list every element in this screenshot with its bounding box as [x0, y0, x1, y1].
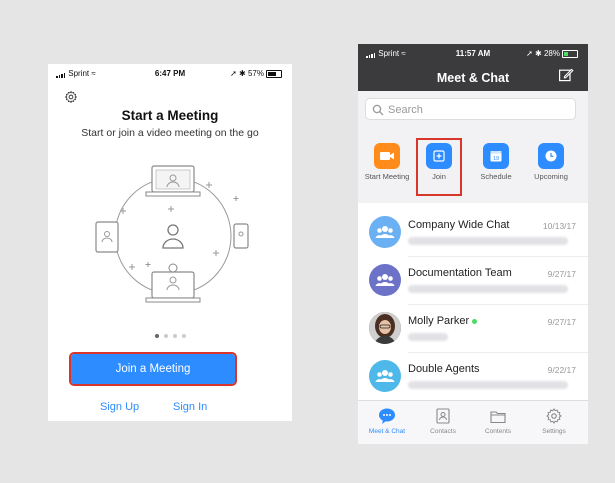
chat-item[interactable]: Molly Parker 9/27/17	[358, 305, 588, 353]
chat-name: Company Wide Chat	[408, 219, 510, 231]
status-bar: Sprint ≈ 11:57 AM ➚ ✱ 28%	[358, 44, 588, 62]
online-status-dot	[472, 318, 478, 324]
start-meeting-screen: Sprint ≈ 6:47 PM ➚ ✱ 57% Start a Meeting…	[48, 64, 292, 421]
chat-date: 9/22/17	[547, 365, 576, 375]
battery-indicator: ➚ ✱ 57%	[230, 69, 282, 78]
group-avatar-icon	[369, 216, 401, 248]
search-icon	[372, 104, 384, 116]
tab-label: Settings	[542, 428, 566, 435]
compose-icon[interactable]	[558, 67, 574, 83]
search-input[interactable]: Search	[365, 98, 576, 120]
chat-name: Molly Parker	[408, 315, 478, 327]
page-indicator[interactable]	[48, 334, 292, 338]
chat-name: Double Agents	[408, 363, 480, 375]
chat-preview-blurred	[408, 285, 568, 293]
tab-label: Contacts	[430, 428, 456, 435]
status-bar: Sprint ≈ 6:47 PM ➚ ✱ 57%	[48, 64, 292, 82]
folder-icon	[489, 407, 507, 425]
chat-preview-blurred	[408, 333, 448, 341]
tab-contents[interactable]: Contents	[473, 407, 523, 435]
page-subtitle: Start or join a video meeting on the go	[81, 127, 259, 139]
join-meeting-button[interactable]: Join a Meeting	[69, 352, 237, 386]
chat-preview-blurred	[408, 381, 568, 389]
meet-chat-screen: Sprint ≈ 11:57 AM ➚ ✱ 28% Meet & Chat Se…	[358, 44, 588, 444]
chat-date: 10/13/17	[542, 221, 576, 231]
quick-actions: Start Meeting Join 19 Schedule Upcoming	[358, 129, 588, 203]
join-highlight-box	[416, 138, 462, 196]
calendar-icon: 19	[483, 143, 509, 169]
gear-icon	[545, 407, 563, 425]
page-title: Meet & Chat	[436, 71, 510, 85]
chat-item[interactable]: Documentation Team 9/27/17	[358, 257, 588, 305]
chat-date: 9/27/17	[547, 269, 576, 279]
chat-bubble-icon	[378, 407, 396, 425]
page-dot[interactable]	[181, 334, 186, 338]
gear-icon[interactable]	[64, 90, 78, 104]
page-dot[interactable]	[163, 334, 168, 338]
action-label: Start Meeting	[364, 172, 410, 181]
search-placeholder: Search	[388, 104, 423, 116]
page-title: Start a Meeting	[121, 108, 219, 123]
meeting-illustration	[95, 165, 249, 303]
upcoming-action[interactable]: Upcoming	[524, 143, 578, 181]
group-avatar-icon	[369, 264, 401, 296]
tab-label: Contents	[484, 428, 512, 435]
chat-item[interactable]: Double Agents 9/22/17	[358, 353, 588, 401]
tab-label: Meet & Chat	[368, 428, 406, 435]
sign-up-link[interactable]: Sign Up	[100, 401, 139, 413]
chat-name: Documentation Team	[408, 267, 512, 279]
chat-item[interactable]: Company Wide Chat 10/13/17	[358, 209, 588, 257]
clock-icon	[538, 143, 564, 169]
tab-settings[interactable]: Settings	[529, 407, 579, 435]
sign-in-link[interactable]: Sign In	[173, 401, 207, 413]
chat-preview-blurred	[408, 237, 568, 245]
chat-date: 9/27/17	[547, 317, 576, 327]
action-label: Schedule	[480, 172, 512, 181]
start-meeting-action[interactable]: Start Meeting	[360, 143, 414, 181]
tab-contacts[interactable]: Contacts	[418, 407, 468, 435]
battery-indicator: ➚ ✱ 28%	[526, 49, 578, 58]
tab-bar: Meet & Chat Contacts Contents Settings	[358, 400, 588, 444]
video-camera-icon	[374, 143, 400, 169]
contacts-icon	[434, 407, 452, 425]
page-dot[interactable]	[172, 334, 177, 338]
group-avatar-icon	[369, 360, 401, 392]
page-dot[interactable]	[154, 334, 159, 338]
nav-header: Sprint ≈ 11:57 AM ➚ ✱ 28% Meet & Chat	[358, 44, 588, 91]
schedule-action[interactable]: 19 Schedule	[469, 143, 523, 181]
search-area: Search	[358, 91, 588, 129]
photo-avatar	[369, 312, 401, 344]
svg-text:19: 19	[493, 156, 499, 162]
action-label: Upcoming	[534, 172, 568, 181]
tab-meet-chat[interactable]: Meet & Chat	[362, 407, 412, 435]
